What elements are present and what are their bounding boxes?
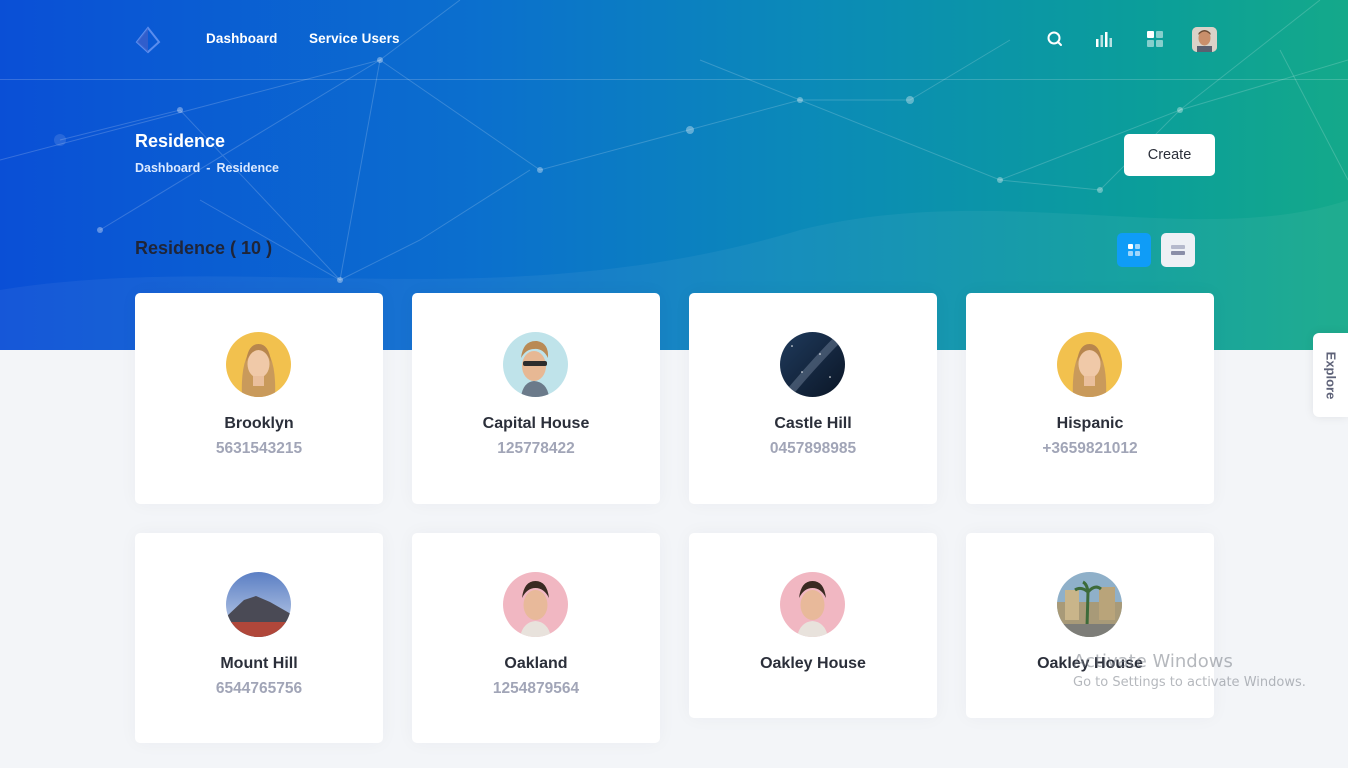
residence-image xyxy=(1057,332,1122,397)
residence-name: Hispanic xyxy=(1056,415,1124,432)
explore-tab[interactable]: Explore xyxy=(1313,333,1348,417)
logo-icon[interactable] xyxy=(135,26,161,54)
residence-image xyxy=(226,572,291,637)
residence-name: Oakley House xyxy=(760,655,866,672)
avatar[interactable] xyxy=(1192,27,1217,52)
residence-name: Capital House xyxy=(482,415,590,432)
residence-card-brooklyn[interactable]: Brooklyn 5631543215 xyxy=(135,293,383,504)
residence-image xyxy=(503,332,568,397)
breadcrumb-dashboard[interactable]: Dashboard xyxy=(135,161,200,175)
section-title: Residence ( 10 ) xyxy=(135,238,273,258)
residence-image xyxy=(780,572,845,637)
create-button[interactable]: Create xyxy=(1124,134,1215,176)
windows-activation-watermark: Activate Windows Go to Settings to activ… xyxy=(1073,651,1306,690)
explore-label: Explore xyxy=(1323,351,1338,399)
residence-phone: 125778422 xyxy=(497,440,575,457)
list-view-icon xyxy=(1171,245,1185,255)
chart-icon[interactable] xyxy=(1094,29,1114,49)
breadcrumb-residence: Residence xyxy=(216,161,279,175)
grid-view-button[interactable] xyxy=(1117,233,1151,267)
grid-icon[interactable] xyxy=(1145,29,1165,49)
breadcrumb: Dashboard - Residence xyxy=(135,161,279,175)
residence-name: Mount Hill xyxy=(220,655,298,672)
nav-service-users[interactable]: Service Users xyxy=(309,31,400,46)
residence-card-oakley-house[interactable]: Oakley House xyxy=(689,533,937,718)
residence-card-capital-house[interactable]: Capital House 125778422 xyxy=(412,293,660,504)
grid-view-icon xyxy=(1128,244,1140,256)
search-icon[interactable] xyxy=(1045,29,1065,49)
residence-phone: +3659821012 xyxy=(1042,440,1138,457)
residence-card-oakley-house-2[interactable]: Oakley House xyxy=(966,533,1214,718)
residence-image xyxy=(226,332,291,397)
watermark-line1: Activate Windows xyxy=(1073,651,1233,672)
top-navbar: Dashboard Service Users xyxy=(0,0,1348,80)
nav-dashboard[interactable]: Dashboard xyxy=(206,31,277,46)
list-view-button[interactable] xyxy=(1161,233,1195,267)
residence-card-oakland[interactable]: Oakland 1254879564 xyxy=(412,533,660,743)
page-title: Residence xyxy=(135,131,226,151)
residence-card-hispanic[interactable]: Hispanic +3659821012 xyxy=(966,293,1214,504)
residence-card-mount-hill[interactable]: Mount Hill 6544765756 xyxy=(135,533,383,743)
residence-phone: 1254879564 xyxy=(492,680,580,697)
watermark-line2: Go to Settings to activate Windows. xyxy=(1073,675,1306,690)
residence-card-castle-hill[interactable]: Castle Hill 0457898985 xyxy=(689,293,937,504)
residence-image xyxy=(503,572,568,637)
residence-name: Brooklyn xyxy=(224,415,294,432)
residence-phone: 0457898985 xyxy=(769,440,857,457)
residence-phone: 5631543215 xyxy=(215,440,303,457)
residence-phone: 6544765756 xyxy=(215,680,303,697)
residence-name: Castle Hill xyxy=(774,415,852,432)
residence-image xyxy=(1057,572,1122,637)
breadcrumb-separator: - xyxy=(206,161,211,175)
residence-image xyxy=(780,332,845,397)
residence-name: Oakland xyxy=(504,655,568,672)
